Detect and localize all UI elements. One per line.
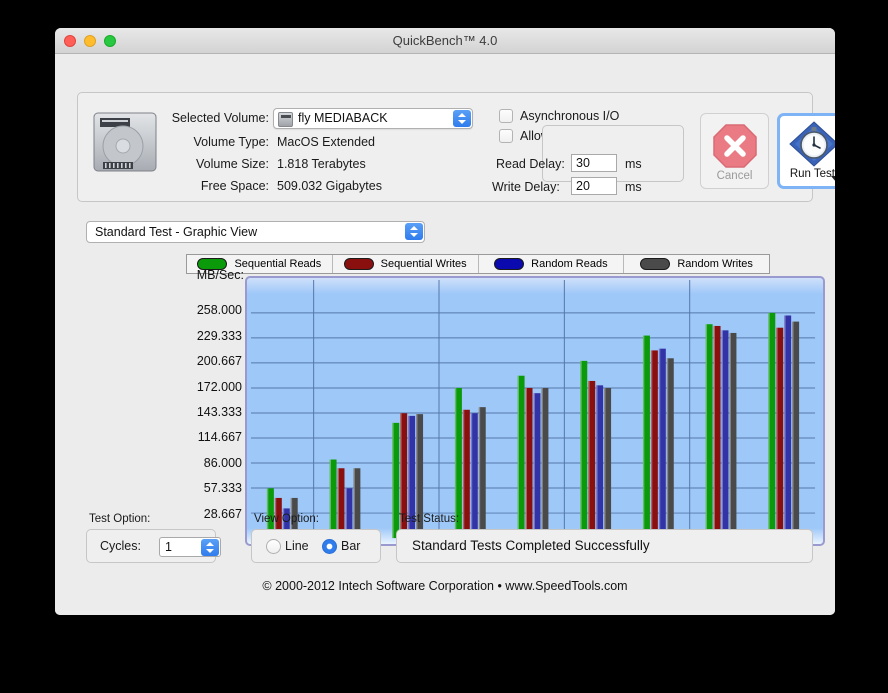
cycles-stepper[interactable]: 1 xyxy=(159,537,221,557)
window-title: QuickBench™ 4.0 xyxy=(392,33,498,48)
test-status-label: Test Status: xyxy=(399,513,460,525)
y-axis-tick-label: 57.333 xyxy=(203,481,242,496)
benchmark-chart xyxy=(245,276,825,546)
test-option-label: Test Option: xyxy=(89,513,151,525)
view-option-line-label: Line xyxy=(285,539,309,553)
read-delay-input[interactable]: 30 xyxy=(571,154,617,172)
test-option-panel: Cycles: 1 xyxy=(86,529,221,563)
cancel-button[interactable]: Cancel xyxy=(700,113,769,189)
chevron-updown-icon[interactable] xyxy=(405,223,423,240)
volume-size-label: Volume Size: xyxy=(196,157,269,171)
run-test-button[interactable]: Run Test: xyxy=(777,113,835,189)
y-axis-tick-label: 28.667 xyxy=(203,506,242,521)
x-axis-unit-label: KB xyxy=(827,552,835,566)
footer-copyright: © 2000-2012 Intech Software Corporation … xyxy=(262,579,628,593)
test-view-value: Standard Test - Graphic View xyxy=(95,225,258,239)
legend-label: Sequential Writes xyxy=(380,258,467,270)
y-axis-tick-label: 86.000 xyxy=(203,455,242,470)
legend-label: Random Reads xyxy=(531,258,608,270)
legend-item-1: Sequential Writes xyxy=(333,255,479,273)
y-axis-tick-label: 114.667 xyxy=(197,430,242,445)
hard-drive-icon xyxy=(93,112,157,172)
view-option-panel: Line Bar xyxy=(251,529,381,563)
mini-disk-icon xyxy=(278,112,293,127)
y-axis-tick-label: 172.000 xyxy=(196,379,242,394)
chart-plot-area xyxy=(250,279,816,539)
y-axis-labels: 258.000 229.333 200.667 172.000 143.333 114.6… xyxy=(152,276,242,546)
write-delay-unit: ms xyxy=(625,180,642,194)
cancel-button-label: Cancel xyxy=(716,170,753,182)
legend-swatch-icon xyxy=(640,258,671,270)
legend-label: Sequential Reads xyxy=(234,258,322,270)
stopwatch-icon xyxy=(789,121,835,167)
y-axis-tick-label: 258.000 xyxy=(196,303,242,318)
legend-item-3: Random Writes xyxy=(624,255,769,273)
chevron-updown-icon[interactable] xyxy=(201,539,219,556)
y-axis-tick-label: 229.333 xyxy=(196,328,242,343)
write-delay-input[interactable]: 20 xyxy=(571,177,617,195)
selected-volume-label: Selected Volume: xyxy=(171,111,269,125)
allow-cache-checkbox[interactable] xyxy=(499,129,513,143)
app-window: QuickBench™ 4.0 Selected Volume: fly MED… xyxy=(55,28,835,615)
test-status-value: Standard Tests Completed Successfully xyxy=(412,538,650,553)
view-option-line-radio[interactable] xyxy=(266,539,281,554)
cancel-stop-icon xyxy=(713,124,757,168)
test-status-panel: Standard Tests Completed Successfully xyxy=(396,529,813,563)
async-io-label: Asynchronous I/O xyxy=(520,109,620,123)
read-delay-label: Read Delay: xyxy=(496,157,565,171)
view-option-label: View Option: xyxy=(254,513,319,525)
free-space-label: Free Space: xyxy=(200,179,269,193)
legend-swatch-icon xyxy=(494,258,525,270)
legend-item-2: Random Reads xyxy=(479,255,625,273)
selected-volume-value: fly MEDIABACK xyxy=(298,111,388,125)
write-delay-label: Write Delay: xyxy=(492,180,560,194)
window-body: Selected Volume: fly MEDIABACK Volume Ty… xyxy=(55,54,835,615)
cycles-label: Cycles: xyxy=(100,539,141,553)
cycles-value: 1 xyxy=(165,540,172,554)
test-view-dropdown[interactable]: Standard Test - Graphic View xyxy=(86,221,425,243)
window-titlebar: QuickBench™ 4.0 xyxy=(55,28,835,54)
volume-size-value: 1.818 Terabytes xyxy=(277,157,366,171)
view-option-bar-label: Bar xyxy=(341,539,361,553)
chevron-down-icon[interactable] xyxy=(831,176,835,182)
run-test-button-label: Run Test: xyxy=(789,168,835,180)
chart-legend: Sequential Reads Sequential Writes Random … xyxy=(186,254,770,274)
legend-label: Random Writes xyxy=(677,258,753,270)
free-space-value: 509.032 Gigabytes xyxy=(277,179,382,193)
y-axis-tick-label: 143.333 xyxy=(196,405,242,419)
y-axis-tick-label: 200.667 xyxy=(196,354,242,369)
view-option-bar-radio[interactable] xyxy=(322,539,337,554)
read-delay-unit: ms xyxy=(625,157,642,171)
volume-type-label: Volume Type: xyxy=(193,135,269,149)
selected-volume-dropdown[interactable]: fly MEDIABACK xyxy=(273,108,473,129)
volume-type-value: MacOS Extended xyxy=(277,135,375,149)
async-io-checkbox[interactable] xyxy=(499,109,513,123)
legend-swatch-icon xyxy=(343,258,374,270)
chevron-updown-icon[interactable] xyxy=(453,110,471,127)
